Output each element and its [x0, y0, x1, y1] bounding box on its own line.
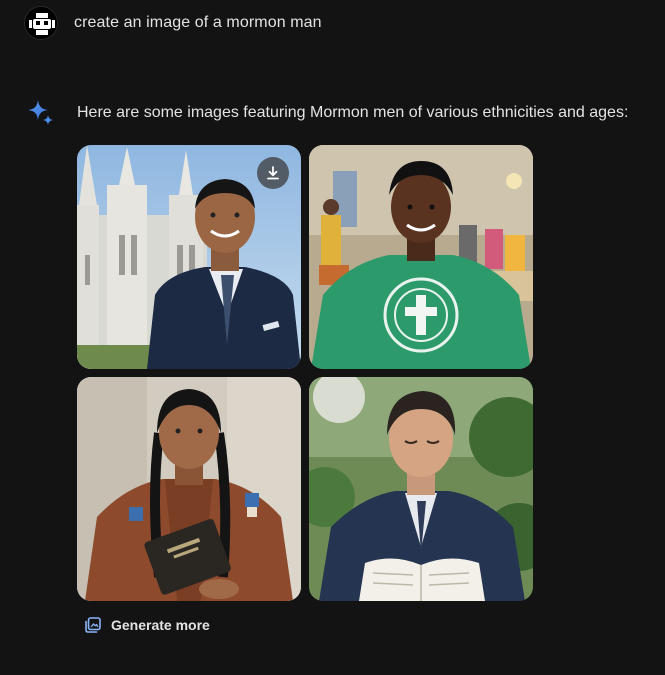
generate-more-button[interactable]: Generate more: [78, 612, 218, 638]
generated-image-2[interactable]: [309, 145, 533, 369]
sparkle-icon: [26, 98, 56, 128]
download-button[interactable]: [257, 157, 289, 189]
response-intro-text: Here are some images featuring Mormon me…: [77, 104, 629, 121]
generated-image-1[interactable]: [77, 145, 301, 369]
user-prompt-text: create an image of a mormon man: [74, 14, 322, 31]
generated-image-3[interactable]: [77, 377, 301, 601]
user-avatar[interactable]: [24, 6, 58, 40]
user-message: create an image of a mormon man: [24, 6, 322, 40]
grid-face-avatar-icon: [25, 7, 57, 39]
download-icon: [267, 166, 279, 180]
image-grid: [77, 145, 533, 601]
chat-page: create an image of a mormon man Here are…: [0, 0, 665, 675]
generated-image-4[interactable]: [309, 377, 533, 601]
generate-more-label: Generate more: [111, 617, 210, 633]
image-stack-icon: [85, 617, 101, 633]
